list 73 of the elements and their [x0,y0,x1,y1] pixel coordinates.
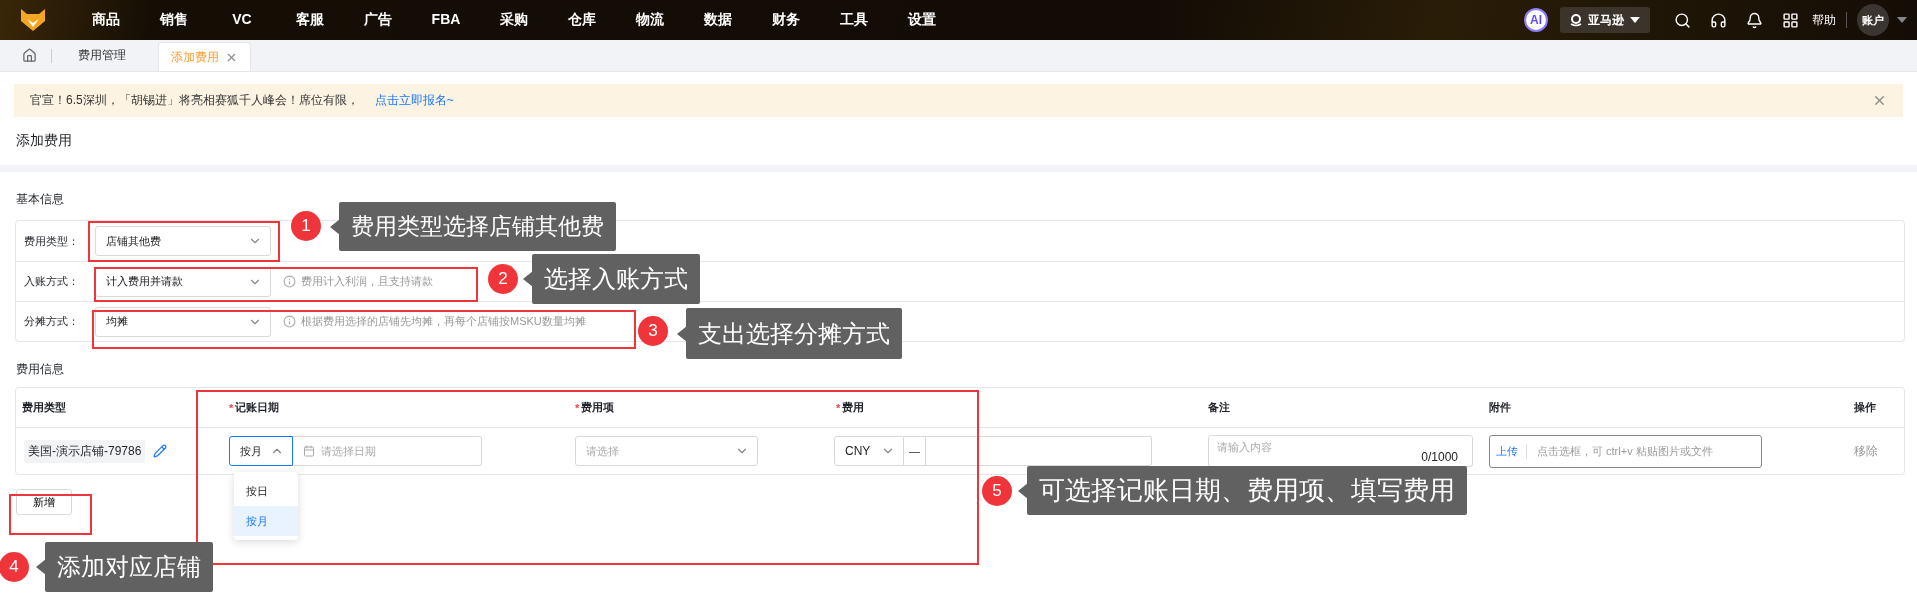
store-chip: 美国-演示店铺-79786 [24,439,146,463]
step-number: 5 [982,476,1012,506]
caret-icon [1630,16,1640,24]
column-header: * 记账日期 [219,388,565,428]
nav-item[interactable]: 商品 [72,11,140,29]
help-link[interactable]: 帮助 [1812,11,1836,29]
nav-item[interactable]: 财务 [752,11,820,29]
calendar-icon [303,445,315,457]
select-field[interactable]: 计入费用并请款 [95,266,271,297]
step-number: 2 [488,264,518,294]
nav-item[interactable]: 采购 [480,11,548,29]
upload-field[interactable]: 上传 点击选框，可 ctrl+v 粘贴图片或文件 [1489,434,1762,468]
char-count: 0/1000 [1421,450,1458,464]
caret-icon[interactable] [1897,16,1907,24]
upload-link[interactable]: 上传 [1496,443,1527,459]
nav-item[interactable]: FBA [412,11,480,29]
ai-badge[interactable]: AI [1524,8,1548,32]
column-header: 附件 [1479,388,1844,428]
menu-item[interactable]: 按日 [234,476,298,506]
hint-text: 费用计入利润，且支持请款 [301,274,433,289]
callout-label: 选择入账方式 [532,254,700,304]
nav-item[interactable]: 工具 [820,11,888,29]
account-avatar[interactable]: 账户 [1857,4,1889,36]
nav-item[interactable]: 广告 [344,11,412,29]
field-label: 入账方式： [24,274,80,289]
column-header: * 费用 [826,388,1198,428]
nav-item[interactable]: 客服 [276,11,344,29]
step-number: 3 [638,316,668,346]
close-icon[interactable] [1872,93,1887,108]
callout-pointer [677,325,687,342]
edit-icon[interactable] [153,444,168,458]
info-icon [283,275,296,288]
add-button[interactable]: 新增 [16,489,72,515]
hint-text: 根据费用选择的店铺先均摊，再每个店铺按MSKU数量均摊 [301,314,586,329]
column-header: 备注 [1198,388,1479,428]
nav-item[interactable]: VC [208,11,276,29]
field-label: 分摊方式： [24,314,80,329]
amount-field[interactable] [926,436,1152,466]
callout-pointer [523,271,533,287]
menu-item[interactable]: 按月 [234,506,298,536]
nav-item[interactable]: 销售 [140,11,208,29]
callout-label: 支出选择分摊方式 [686,308,902,359]
info-icon [283,315,296,328]
date-mode-select[interactable]: 按月 [229,436,293,466]
nav-item[interactable]: 物流 [616,11,684,29]
callout-label: 添加对应店铺 [45,542,213,592]
platform-select[interactable]: 亚马逊 [1560,7,1650,33]
column-header: 操作 [1844,388,1904,428]
notice-text: 官宣！6.5深圳，「胡锡进」将亮相赛狐千人峰会！席位有限， [30,92,359,109]
page-tab[interactable]: 费用管理 [66,39,138,71]
callout-pointer [1018,482,1028,499]
column-header: * 费用项 [565,388,826,428]
nav-item[interactable]: 设置 [888,11,956,29]
upload-hint: 点击选框，可 ctrl+v 粘贴图片或文件 [1537,443,1713,459]
step-number: 1 [291,211,321,241]
callout-pointer [330,218,340,235]
amazon-logo [1570,13,1582,27]
signup-link[interactable]: 点击立即报名~ [374,92,454,109]
callout-label: 可选择记账日期、费用项、填写费用 [1027,466,1467,515]
nav-item[interactable]: 仓库 [548,11,616,29]
step-number: 4 [0,552,29,582]
section-title: 费用信息 [15,361,65,378]
column-header: 费用类型 [16,388,219,428]
fox-logo [20,8,46,32]
callout-label: 费用类型选择店铺其他费 [339,202,616,251]
currency-select[interactable]: CNY [834,436,904,466]
page-title: 添加费用 [15,131,73,150]
callout-pointer [36,559,46,575]
select-field[interactable]: 均摊 [95,306,271,337]
field-label: 费用类型： [24,233,80,249]
section-title: 基本信息 [15,191,65,208]
nav-item[interactable]: 数据 [684,11,752,29]
select-field[interactable]: 店铺其他费 [95,226,271,256]
